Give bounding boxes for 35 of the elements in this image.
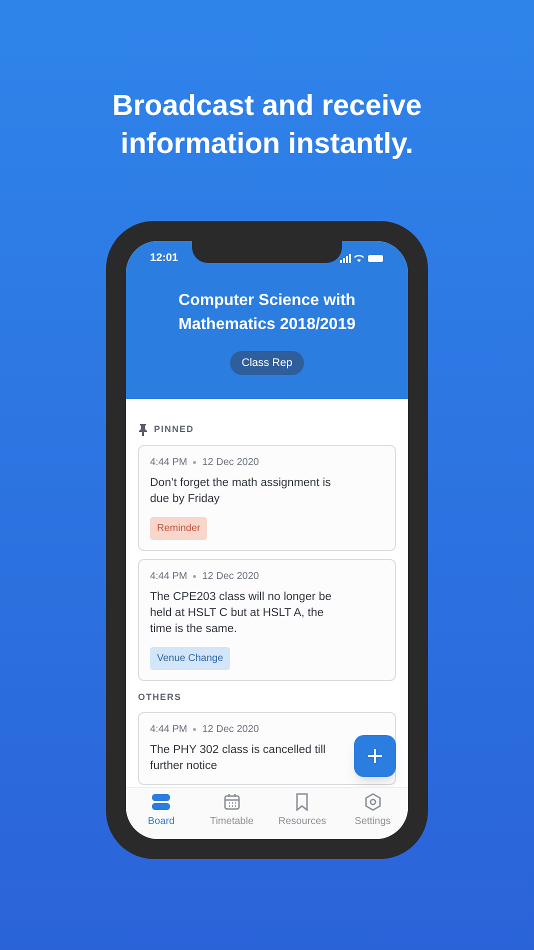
section-label: PINNED [154, 423, 194, 436]
class-title: Computer Science with Mathematics 2018/2019 [178, 290, 356, 335]
post-time: 4:44 PM [150, 723, 188, 738]
post-card[interactable]: 4:44 PM 12 Dec 2020 The CPE203 class will no longer be held at HSLT C but at HSLT A, the time is the same. Venue Change [138, 558, 396, 681]
headline: Broadcast and receive information instantly. [111, 89, 423, 162]
nav-tab[interactable]: Resources [267, 788, 338, 834]
board-icon [151, 792, 172, 811]
plus-icon [368, 749, 382, 764]
post-text: The PHY 302 class is cancelled till further notice [150, 743, 327, 774]
post-card[interactable]: 4:44 PM 12 Dec 2020 Don’t forget the math assignment is due by Friday Reminder [138, 444, 396, 551]
post-time: 4:44 PM [150, 570, 188, 584]
dot-separator [193, 574, 196, 578]
add-button[interactable] [354, 735, 396, 778]
calendar-icon [222, 792, 241, 811]
status-time: 12:01 [150, 251, 178, 266]
pin-icon [138, 424, 148, 436]
post-text: The CPE203 class will no longer be held at HSLT C but at HSLT A, the time is the same. [150, 590, 333, 637]
post-date: 12 Dec 2020 [202, 723, 259, 738]
post-tag: Reminder [150, 516, 208, 540]
settings-icon [364, 792, 382, 811]
bookmark-icon [295, 792, 310, 811]
section-label: OTHERS [138, 690, 182, 704]
post-time: 4:44 PM [150, 456, 188, 470]
post-text: Don’t forget the math assignment is due by Friday [150, 476, 332, 507]
dot-separator [193, 460, 196, 464]
nav-tab[interactable]: Timetable [196, 788, 267, 834]
role-badge: Class Rep [230, 350, 304, 376]
post-date: 12 Dec 2020 [202, 570, 259, 584]
nav-tab[interactable]: Settings [338, 788, 408, 834]
dot-separator [193, 728, 196, 732]
post-card[interactable]: 4:44 PM 12 Dec 2020 The PHY 302 class is cancelled till further notice [138, 712, 396, 786]
nav-tab[interactable]: Board [126, 788, 196, 834]
post-date: 12 Dec 2020 [202, 456, 259, 470]
status-icons [340, 254, 384, 264]
post-tag: Venue Change [150, 646, 230, 670]
